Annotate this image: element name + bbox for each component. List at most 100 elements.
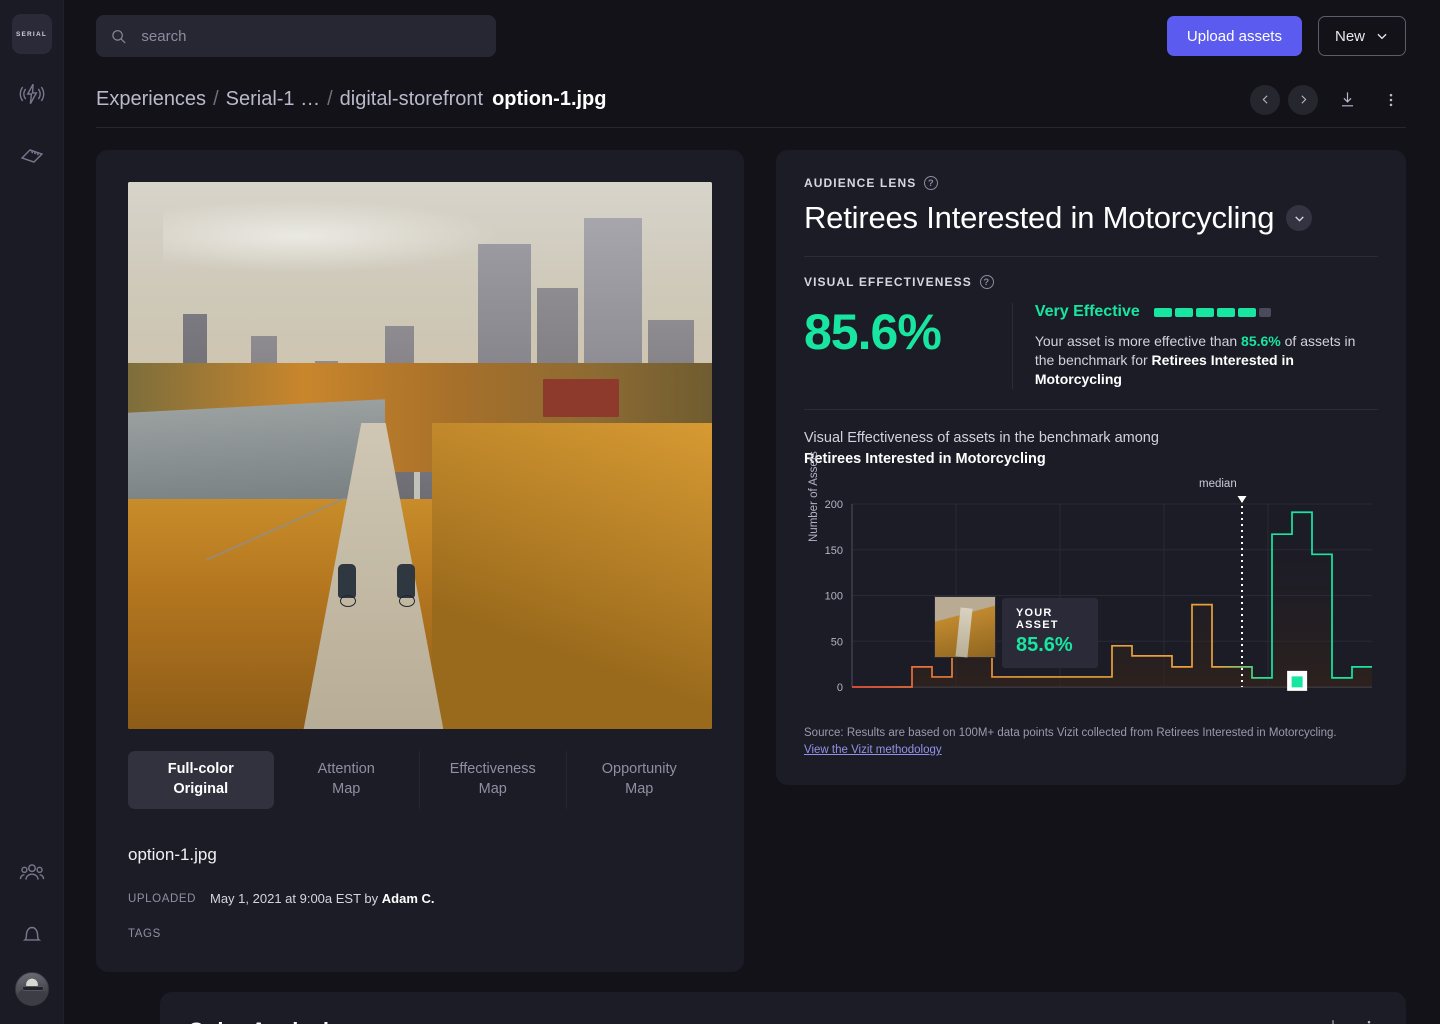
benchmark-title: Visual Effectiveness of assets in the be…: [804, 428, 1378, 470]
more-options-button[interactable]: [1360, 1018, 1378, 1024]
bell-icon: [22, 926, 41, 941]
chevron-right-icon: [1300, 95, 1306, 104]
tab-label-line2: Map: [332, 781, 361, 797]
sidebar-item-measure[interactable]: [10, 134, 54, 178]
download-button[interactable]: [1324, 1018, 1342, 1024]
audience-lens-dropdown-button[interactable]: [1286, 205, 1313, 231]
color-analysis-title: Color Analysis: [188, 1018, 341, 1024]
rating-meter: [1153, 307, 1271, 317]
tab-label-line1: Opportunity: [601, 761, 677, 778]
tab-label-line2: Original: [173, 781, 229, 797]
uploaded-author: Adam C.: [381, 891, 435, 906]
next-asset-button[interactable]: [1288, 84, 1318, 115]
desc-pre: Your asset is more effective than: [1034, 333, 1242, 349]
upload-assets-button[interactable]: Upload assets: [1166, 16, 1302, 56]
divider: [804, 256, 1378, 257]
signal-bolt-icon: [19, 83, 44, 105]
source-text: Source: Results are based on 100M+ data …: [804, 726, 1337, 739]
app-root: SERIAL search Upload assets New Experien…: [0, 0, 1440, 1024]
download-icon: [1332, 1020, 1334, 1024]
source-note: Source: Results are based on 100M+ data …: [804, 725, 1378, 760]
svg-text:150: 150: [825, 544, 843, 556]
asset-preview-image[interactable]: [128, 182, 712, 729]
audience-lens-card: AUDIENCE LENS ? Retirees Interested in M…: [776, 150, 1406, 786]
chevron-left-icon: [1262, 95, 1268, 104]
more-options-button[interactable]: [1376, 85, 1406, 115]
desc-score: 85.6%: [1241, 333, 1281, 349]
rating-pip: [1174, 307, 1193, 317]
visual-effectiveness-label: VISUAL EFFECTIVENESS: [804, 275, 972, 289]
search-icon: [112, 29, 126, 43]
content-area: Full-color Original Attention Map Effect…: [64, 128, 1440, 972]
help-icon[interactable]: ?: [924, 176, 939, 190]
audience-lens-eyebrow-label: AUDIENCE LENS: [804, 176, 917, 190]
chevron-down-icon: [1295, 215, 1304, 222]
logo-label: SERIAL: [15, 30, 48, 38]
uploaded-row: UPLOADED May 1, 2021 at 9:00a EST by Ada…: [128, 891, 712, 906]
tags-label: TAGS: [128, 928, 161, 940]
benchmark-histogram-chart: Number of Assets median 0 50 100 150 200 YOU…: [804, 451, 1378, 711]
tooltip-label: YOUR ASSET: [1016, 606, 1059, 631]
benchmark-title-line1: Visual Effectiveness of assets in the be…: [804, 429, 1159, 446]
breadcrumb-item-0[interactable]: Experiences: [96, 88, 206, 111]
rating-pip: [1153, 307, 1172, 317]
search-box[interactable]: [96, 15, 496, 57]
sidebar-item-team[interactable]: [10, 850, 54, 894]
color-analysis-actions: [1324, 1018, 1378, 1024]
rating-pip: [1195, 307, 1214, 317]
uploaded-label: UPLOADED: [128, 892, 197, 905]
breadcrumb-item-2[interactable]: digital-storefront: [340, 88, 483, 111]
tab-label-line2: Map: [478, 781, 507, 797]
divider: [804, 408, 1378, 410]
svg-text:0: 0: [837, 682, 843, 694]
photo-field-right: [431, 422, 712, 729]
help-icon[interactable]: ?: [979, 275, 994, 289]
uploaded-value: May 1, 2021 at 9:00a EST by Adam C.: [210, 891, 435, 906]
visual-effectiveness-eyebrow: VISUAL EFFECTIVENESS ?: [804, 275, 1378, 289]
methodology-link[interactable]: View the Vizit methodology: [804, 742, 942, 759]
sidebar-item-experiences[interactable]: [10, 72, 54, 116]
download-button[interactable]: [1332, 85, 1362, 115]
rating-row: Very Effective: [1035, 303, 1378, 321]
app-logo[interactable]: SERIAL: [11, 14, 52, 54]
rating-pip: [1216, 307, 1235, 317]
breadcrumb-item-1[interactable]: Serial-1 …: [226, 88, 320, 111]
tab-label-line1: Attention: [317, 761, 375, 778]
avatar[interactable]: [14, 972, 49, 1006]
kebab-menu-icon: [1367, 1020, 1371, 1024]
kebab-menu-icon: [1389, 93, 1393, 106]
breadcrumb-separator: /: [213, 88, 219, 110]
asset-card: Full-color Original Attention Map Effect…: [96, 150, 744, 972]
rating-pip-empty: [1258, 307, 1271, 317]
your-asset-tooltip: YOUR ASSET 85.6%: [1002, 597, 1098, 668]
tab-attention-map[interactable]: Attention Map: [274, 751, 420, 809]
download-icon: [1341, 92, 1353, 107]
tab-full-color-original[interactable]: Full-color Original: [128, 751, 274, 809]
audience-lens-title-row: Retirees Interested in Motorcycling: [804, 200, 1378, 236]
svg-text:200: 200: [825, 499, 843, 511]
tab-label-line1: Effectiveness: [449, 761, 536, 778]
svg-text:50: 50: [831, 636, 843, 648]
people-icon: [19, 864, 44, 880]
sidebar-item-notifications[interactable]: [10, 912, 54, 956]
search-input[interactable]: [141, 27, 482, 45]
visual-effectiveness-description: Your asset is more effective than 85.6% …: [1035, 332, 1378, 389]
left-sidebar: SERIAL: [0, 0, 64, 1024]
asset-filename: option-1.jpg: [128, 845, 217, 864]
rating-label: Very Effective: [1034, 303, 1140, 320]
your-asset-thumbnail: [934, 595, 996, 658]
visual-effectiveness-score: 85.6%: [804, 304, 942, 360]
breadcrumb-current: option-1.jpg: [492, 88, 607, 110]
previous-asset-button[interactable]: [1250, 84, 1280, 115]
new-button[interactable]: New: [1317, 16, 1406, 56]
tab-opportunity-map[interactable]: Opportunity Map: [567, 751, 713, 809]
chart-y-axis-label: Number of Assets: [808, 450, 820, 542]
photo-red-barn: [542, 378, 619, 418]
top-bar: Upload assets New: [64, 0, 1440, 72]
audience-lens-title: Retirees Interested in Motorcycling: [804, 200, 1275, 235]
photo-cyclist-2: [396, 563, 415, 607]
benchmark-title-line2: Retirees Interested in Motorcycling: [804, 450, 1046, 467]
uploaded-date: May 1, 2021 at 9:00a EST by: [210, 891, 382, 906]
chart-median-label: median: [1199, 477, 1237, 490]
tab-effectiveness-map[interactable]: Effectiveness Map: [420, 751, 567, 809]
